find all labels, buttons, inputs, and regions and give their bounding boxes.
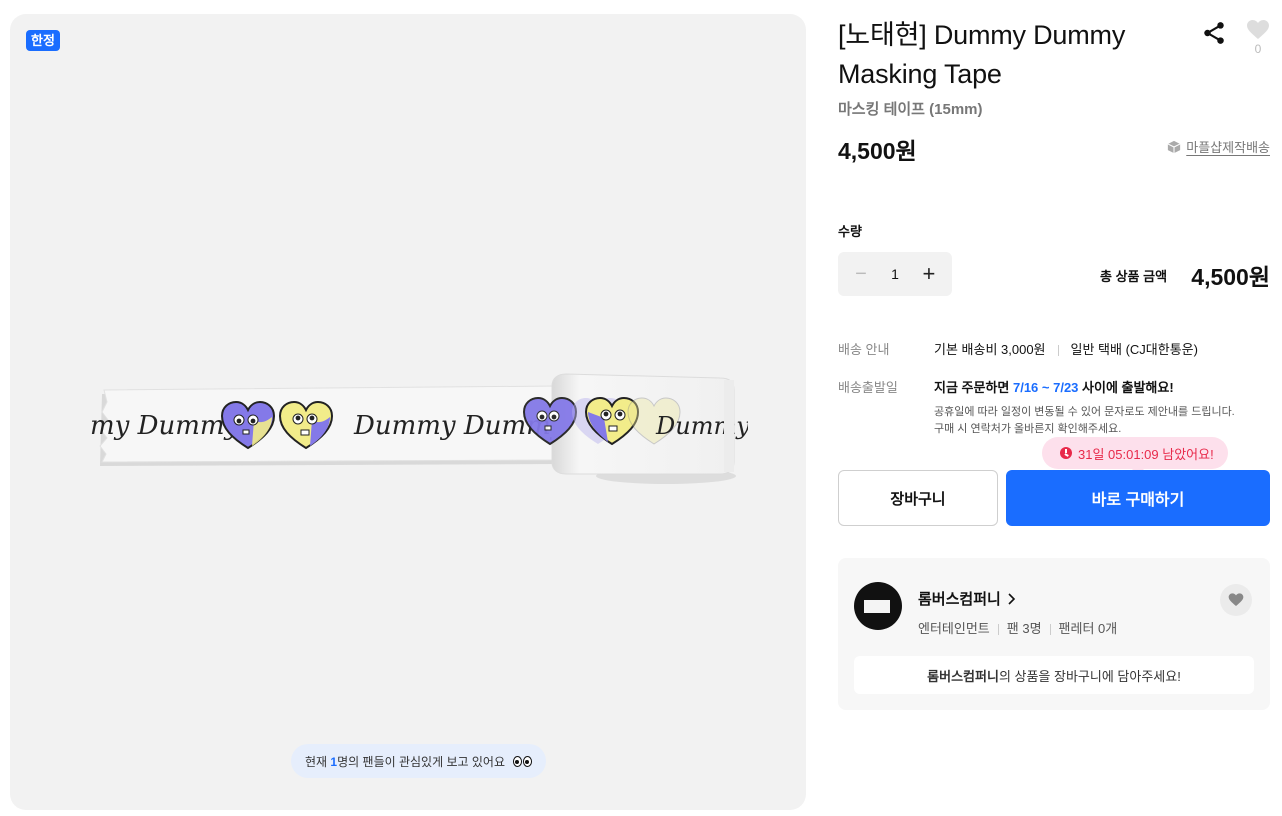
- shop-banner[interactable]: 롬버스컴퍼니 의 상품을 장바구니에 담아주세요!: [854, 656, 1254, 694]
- buy-now-button[interactable]: 바로 구매하기: [1006, 470, 1270, 526]
- shop-card: 롬버스컴퍼니 엔터테인먼트 팬 3명 팬레터 0개 롬버스컴퍼니 의 상품을 장바구니…: [838, 558, 1270, 710]
- product-image-gallery[interactable]: 한정 my Dummy Dummy Dummy Dummy 현재 1명의 팬들이…: [10, 14, 806, 810]
- chevron-right-icon: [1008, 592, 1015, 605]
- total-price-label: 총 상품 금액: [1100, 269, 1168, 284]
- product-image-masking-tape: my Dummy Dummy Dummy Dummy: [90, 373, 748, 484]
- heart-icon: [1228, 593, 1244, 606]
- quantity-label: 수량: [838, 224, 862, 239]
- shipping-type-text: 마플샵제작배송: [1186, 140, 1270, 155]
- shop-fans: 팬 3명: [1006, 621, 1042, 636]
- total-price-value: 4,500원: [1191, 264, 1270, 290]
- share-icon[interactable]: [1201, 20, 1227, 46]
- limited-badge: 한정: [26, 30, 60, 51]
- quantity-value[interactable]: 1: [891, 266, 899, 282]
- divider: [1057, 345, 1059, 357]
- viewers-indicator: 현재 1명의 팬들이 관심있게 보고 있어요: [291, 744, 547, 778]
- shop-meta: 엔터테인먼트 팬 3명 팬레터 0개: [918, 618, 1117, 637]
- countdown-tooltip: 31일 05:01:09 남았어요!: [1042, 437, 1228, 475]
- ship-date-label: 배송출발일: [838, 380, 898, 395]
- shop-banner-name: 롬버스컴퍼니: [927, 668, 999, 684]
- carrier-name: 일반 택배 (CJ대한통운): [1070, 342, 1198, 357]
- delivery-info-label: 배송 안내: [838, 342, 890, 357]
- base-shipping-fee: 기본 배송비 3,000원: [934, 342, 1046, 357]
- quantity-stepper: − 1 +: [838, 252, 952, 296]
- shop-name: 롬버스컴퍼니: [918, 591, 1001, 608]
- tape-text-left: my Dummy: [90, 411, 240, 441]
- product-title: [노태현] Dummy Dummy Masking Tape: [838, 20, 1126, 89]
- viewers-text: 현재 1명의 팬들이 관심있게 보고 있어요: [305, 754, 506, 769]
- shop-avatar[interactable]: [854, 582, 902, 630]
- shop-like-button[interactable]: [1220, 584, 1252, 616]
- delivery-note: 공휴일에 따라 일정이 변동될 수 있어 문자로도 제안내를 드립니다. 구매 …: [934, 406, 1235, 435]
- product-price: 4,500원: [838, 138, 917, 164]
- eyes-icon: [513, 755, 533, 767]
- quantity-decrease-button[interactable]: −: [852, 263, 870, 286]
- heart-icon[interactable]: [1246, 18, 1270, 42]
- ship-date-value: 지금 주문하면 7/16 ~ 7/23 사이에 출발해요!: [934, 380, 1174, 395]
- product-subtitle: 마스킹 테이프 (15mm): [838, 101, 983, 118]
- shop-letters: 팬레터 0개: [1058, 621, 1118, 636]
- shop-category: 엔터테인먼트: [918, 621, 990, 636]
- delivery-info-value: 기본 배송비 3,000원 일반 택배 (CJ대한통운): [934, 339, 1198, 358]
- shipping-type-link[interactable]: 마플샵제작배송: [1167, 137, 1270, 156]
- tape-text-roll: Dummy D: [655, 412, 748, 440]
- quantity-increase-button[interactable]: +: [920, 261, 938, 287]
- add-to-cart-button[interactable]: 장바구니: [838, 470, 998, 526]
- box-icon: [1167, 140, 1181, 153]
- ship-date-range: 7/16 ~ 7/23: [1012, 380, 1079, 395]
- countdown-text: 31일 05:01:09 남았어요!: [1078, 446, 1214, 462]
- like-count: 0: [1254, 42, 1262, 56]
- shop-name-link[interactable]: 롬버스컴퍼니: [918, 588, 1017, 609]
- clock-icon: [1060, 447, 1072, 459]
